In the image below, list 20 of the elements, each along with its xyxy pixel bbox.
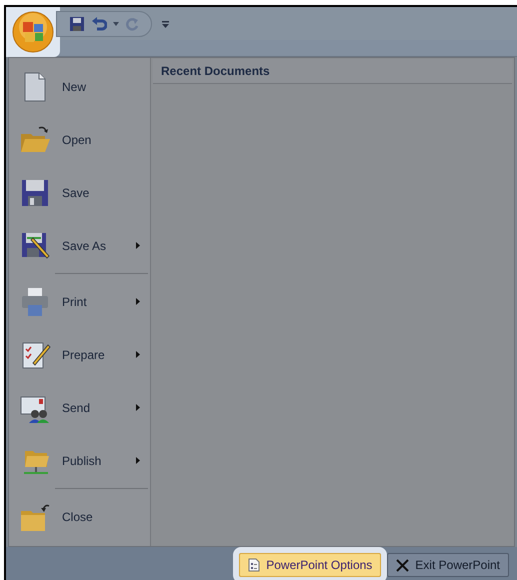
- office-button[interactable]: [6, 7, 60, 57]
- office-logo-icon: [12, 11, 54, 53]
- menu-item[interactable]: Publish: [9, 434, 150, 487]
- menu-item[interactable]: Send: [9, 381, 150, 434]
- menu-item[interactable]: Open: [9, 113, 150, 166]
- recent-documents-heading: Recent Documents: [153, 59, 512, 84]
- exit-button[interactable]: Exit PowerPoint: [387, 553, 509, 577]
- save-icon[interactable]: [69, 16, 85, 32]
- menu-item[interactable]: Close: [9, 490, 150, 543]
- menu-item[interactable]: New: [9, 60, 150, 113]
- printer-icon: [19, 286, 51, 318]
- document-settings-icon: [248, 558, 260, 572]
- menu-item[interactable]: Print: [9, 275, 150, 328]
- menu-item[interactable]: Save As: [9, 219, 150, 272]
- menu-item[interactable]: Save: [9, 166, 150, 219]
- customize-toolbar-icon[interactable]: [162, 20, 169, 28]
- menu-item[interactable]: Prepare: [9, 328, 150, 381]
- close-icon: [396, 558, 410, 572]
- undo-icon[interactable]: [91, 16, 107, 30]
- dropdown-arrow-icon[interactable]: [113, 22, 119, 26]
